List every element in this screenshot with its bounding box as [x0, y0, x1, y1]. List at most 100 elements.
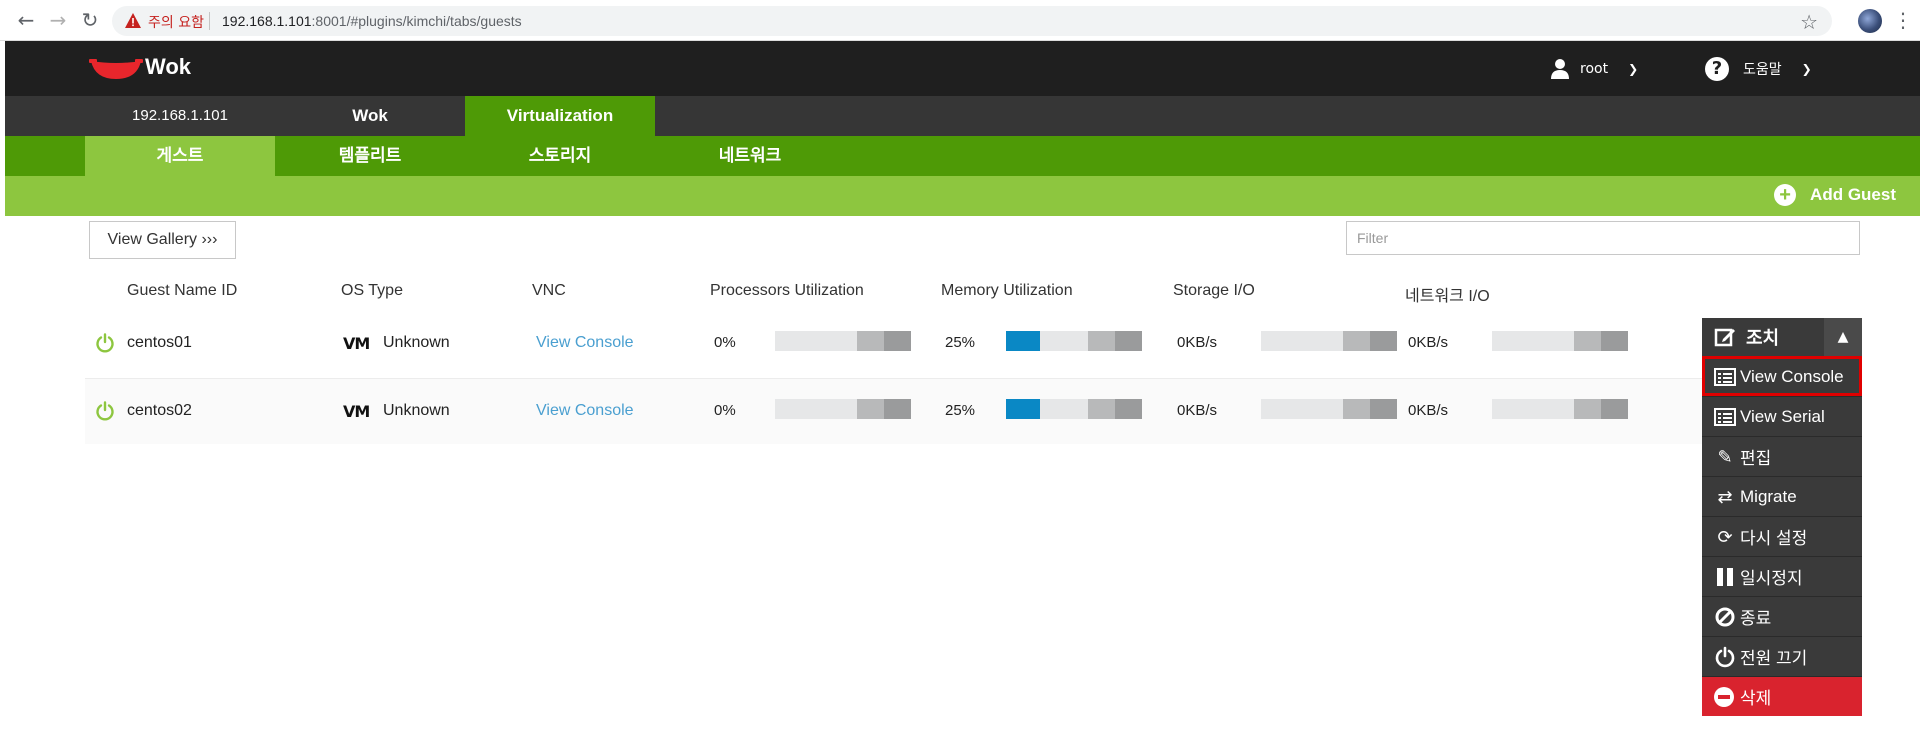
url-separator — [209, 12, 210, 30]
menu-item-label: View Console — [1740, 366, 1844, 386]
menu-item-shutdown[interactable]: 종료 — [1702, 596, 1862, 636]
guest-name[interactable]: centos02 — [127, 402, 192, 420]
column-header-memory: Memory Utilization — [941, 282, 1073, 299]
network-io-bar — [1492, 399, 1628, 419]
cpu-value: 0% — [714, 402, 736, 419]
table-row: centos01 VM Unknown View Console 0% 25% … — [85, 311, 1860, 377]
actions-menu-title: 조치 — [1746, 328, 1780, 349]
pencil-icon: ✎ — [1717, 446, 1733, 467]
url-text[interactable]: 192.168.1.101:8001/#plugins/kimchi/tabs/… — [222, 13, 522, 29]
menu-item-reset[interactable]: ⟳ 다시 설정 — [1702, 516, 1862, 556]
column-header-processors: Processors Utilization — [710, 282, 864, 299]
top-tab-bar: 192.168.1.101 Wok Virtualization — [5, 96, 1920, 136]
refresh-icon: ⟳ — [1717, 526, 1733, 547]
help-label: 도움말 — [1743, 62, 1782, 78]
tab-network[interactable]: 네트워크 — [655, 136, 845, 176]
exchange-icon: ⇄ — [1717, 486, 1733, 507]
list-icon — [1714, 407, 1736, 426]
storage-io-value: 0KB/s — [1177, 334, 1218, 351]
memory-bar — [1006, 399, 1142, 419]
back-icon[interactable]: ← — [14, 8, 38, 32]
memory-value: 25% — [945, 402, 976, 419]
tab-virtualization[interactable]: Virtualization — [465, 96, 655, 136]
user-icon — [1551, 59, 1569, 79]
menu-item-label: Migrate — [1740, 486, 1797, 506]
tab-guests[interactable]: 게스트 — [85, 136, 275, 176]
cpu-bar-segment — [884, 399, 911, 419]
menu-item-edit[interactable]: ✎ 편집 — [1702, 436, 1862, 476]
cpu-bar-segment — [857, 399, 884, 419]
user-menu[interactable]: root ❯ — [1550, 51, 1638, 87]
cpu-value: 0% — [714, 334, 736, 351]
memory-bar-fill — [1006, 399, 1040, 419]
add-guest-label: Add Guest — [1810, 185, 1896, 204]
menu-item-migrate[interactable]: ⇄ Migrate — [1702, 476, 1862, 516]
memory-bar — [1006, 331, 1142, 351]
menu-item-label: View Serial — [1740, 406, 1825, 426]
guest-name[interactable]: centos01 — [127, 334, 192, 352]
edit-square-icon — [1714, 328, 1735, 347]
network-io-value: 0KB/s — [1408, 402, 1449, 419]
app-title: Wok — [145, 54, 192, 79]
view-gallery-button[interactable]: View Gallery ››› — [89, 221, 236, 259]
security-warning[interactable]: 주의 요함 — [148, 12, 204, 32]
storage-bar-segment — [1370, 331, 1397, 351]
action-bar: + Add Guest — [5, 176, 1920, 216]
os-type: Unknown — [383, 402, 450, 419]
tab-host[interactable]: 192.168.1.101 — [85, 96, 275, 136]
chevron-down-icon: ❯ — [1801, 62, 1812, 76]
view-console-link[interactable]: View Console — [536, 334, 634, 352]
cpu-bar — [775, 331, 911, 351]
sub-tab-bar: 게스트 템플리트 스토리지 네트워크 — [5, 136, 1920, 176]
reload-icon[interactable]: ↻ — [78, 8, 102, 32]
chevron-up-icon[interactable]: ▲ — [1824, 318, 1862, 356]
view-console-link[interactable]: View Console — [536, 402, 634, 420]
power-icon — [1715, 646, 1735, 667]
address-bar[interactable]: 주의 요함 192.168.1.101:8001/#plugins/kimchi… — [112, 6, 1832, 36]
add-guest-button[interactable]: + Add Guest — [1774, 184, 1896, 206]
power-on-icon[interactable] — [95, 333, 115, 353]
tab-storage[interactable]: 스토리지 — [465, 136, 655, 176]
help-menu[interactable]: ? 도움말 ❯ — [1705, 51, 1812, 87]
table-row: centos02 VM Unknown View Console 0% 25% … — [85, 378, 1860, 444]
column-header-vnc: VNC — [532, 282, 566, 299]
power-on-icon[interactable] — [95, 401, 115, 421]
help-icon: ? — [1705, 57, 1729, 81]
network-bar-segment — [1574, 331, 1601, 351]
column-header-storage: Storage I/O — [1173, 282, 1255, 299]
storage-bar-segment — [1343, 399, 1370, 419]
menu-item-label: 편집 — [1740, 449, 1772, 468]
actions-menu-toggle[interactable]: 조치 ▲ — [1702, 318, 1862, 356]
menu-item-power-off[interactable]: 전원 끄기 — [1702, 636, 1862, 676]
user-name: root — [1580, 61, 1609, 77]
minus-circle-icon — [1714, 686, 1734, 707]
memory-bar-segment — [1115, 331, 1142, 351]
menu-item-delete[interactable]: 삭제 — [1702, 676, 1862, 716]
storage-bar-segment — [1343, 331, 1370, 351]
network-bar-segment — [1601, 331, 1628, 351]
app-header: Wok root ❯ ? 도움말 ❯ — [5, 41, 1920, 96]
menu-item-label: 다시 설정 — [1740, 529, 1808, 548]
storage-io-bar — [1261, 399, 1397, 419]
forward-icon[interactable]: → — [46, 8, 70, 32]
menu-item-view-console[interactable]: View Console — [1702, 356, 1862, 396]
storage-io-value: 0KB/s — [1177, 402, 1218, 419]
column-header-network: 네트워크 I/O — [1405, 288, 1490, 305]
tab-templates[interactable]: 템플리트 — [275, 136, 465, 176]
browser-toolbar: ← → ↻ 주의 요함 192.168.1.101:8001/#plugins/… — [0, 0, 1920, 41]
menu-item-pause[interactable]: 일시정지 — [1702, 556, 1862, 596]
column-header-name: Guest Name ID — [127, 282, 238, 299]
storage-io-bar — [1261, 331, 1397, 351]
bookmark-star-icon[interactable]: ☆ — [1800, 10, 1818, 34]
network-io-value: 0KB/s — [1408, 334, 1449, 351]
list-icon — [1714, 367, 1736, 386]
memory-value: 25% — [945, 334, 976, 351]
profile-avatar[interactable] — [1858, 9, 1882, 33]
menu-item-view-serial[interactable]: View Serial — [1702, 396, 1862, 436]
ban-icon — [1715, 607, 1735, 626]
tab-wok[interactable]: Wok — [275, 96, 465, 136]
storage-bar-segment — [1370, 399, 1397, 419]
browser-menu-icon[interactable]: ⋮ — [1893, 8, 1913, 32]
filter-input[interactable] — [1346, 221, 1860, 255]
menu-item-label: 일시정지 — [1740, 569, 1803, 588]
